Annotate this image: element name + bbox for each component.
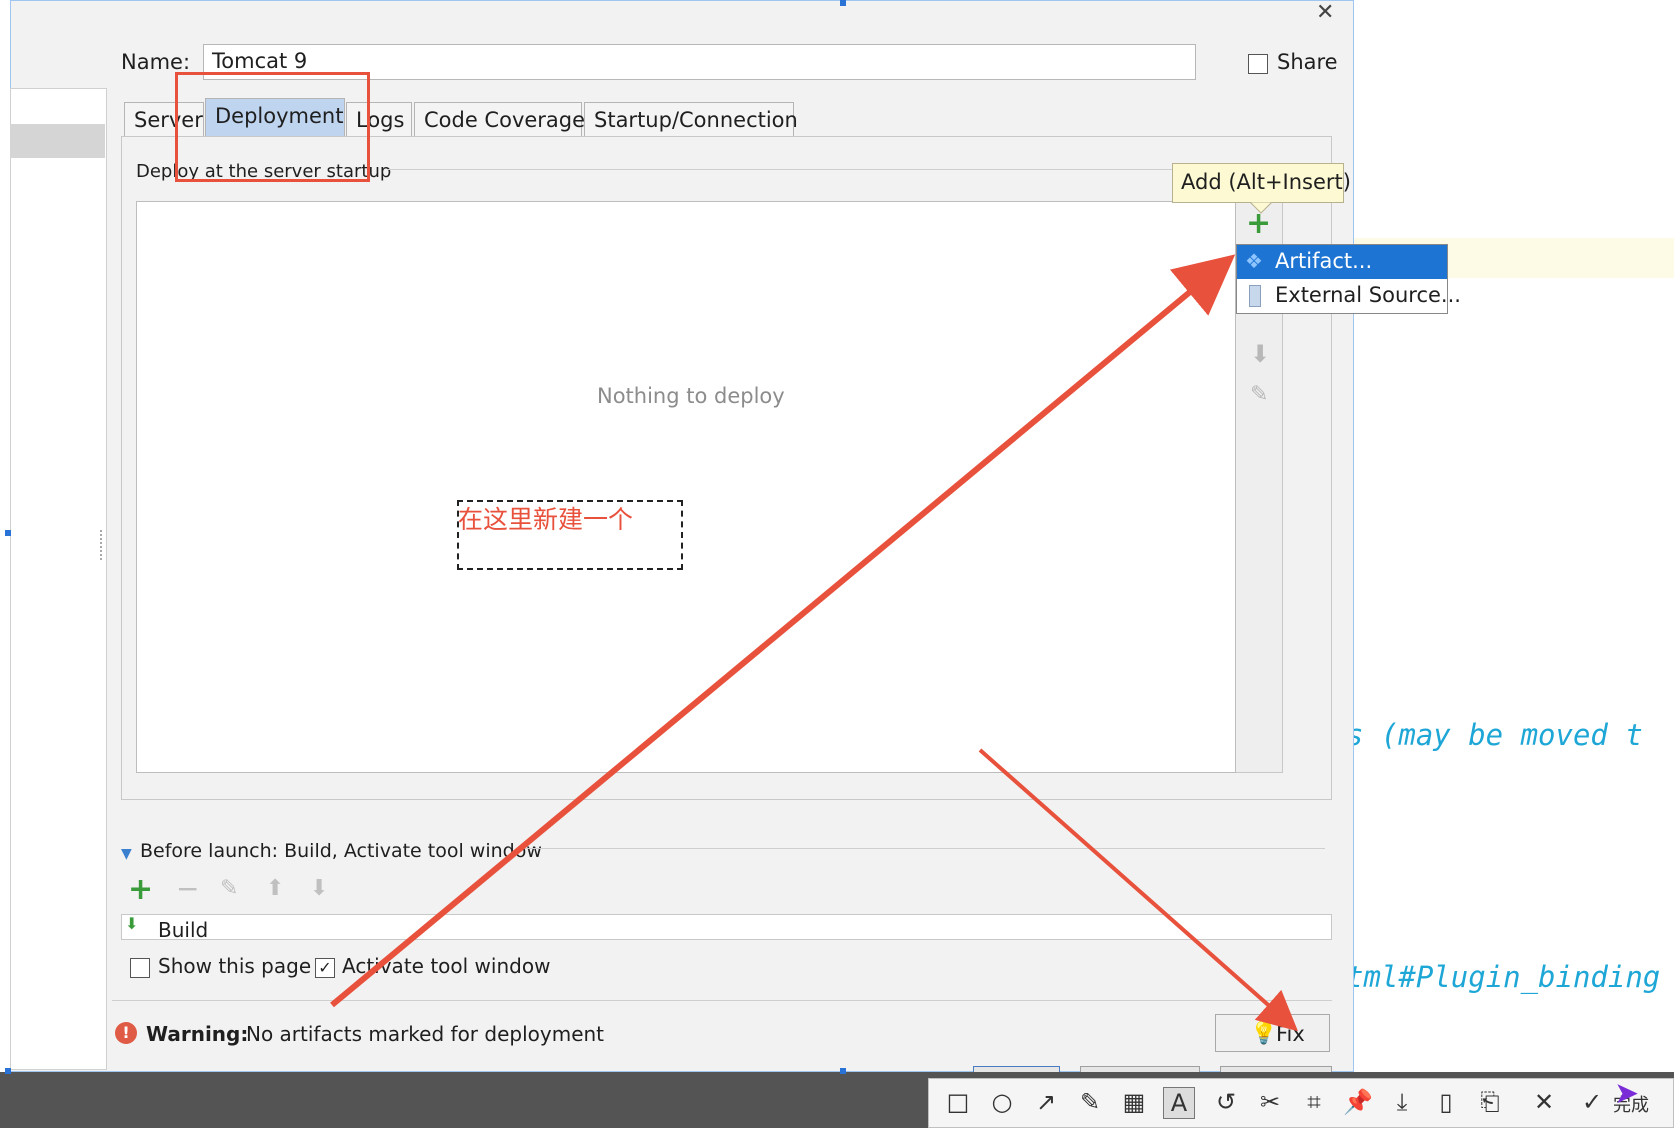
selection-handle[interactable] [5, 530, 11, 536]
selection-handle[interactable] [840, 0, 846, 6]
selection-handle[interactable] [5, 1068, 11, 1074]
selection-handle[interactable] [840, 1068, 846, 1074]
annotation-arrow-to-artifact [330, 254, 1236, 1008]
annotation-arrow-to-fix [978, 748, 1298, 1032]
annotation-arrows [330, 254, 1298, 1032]
